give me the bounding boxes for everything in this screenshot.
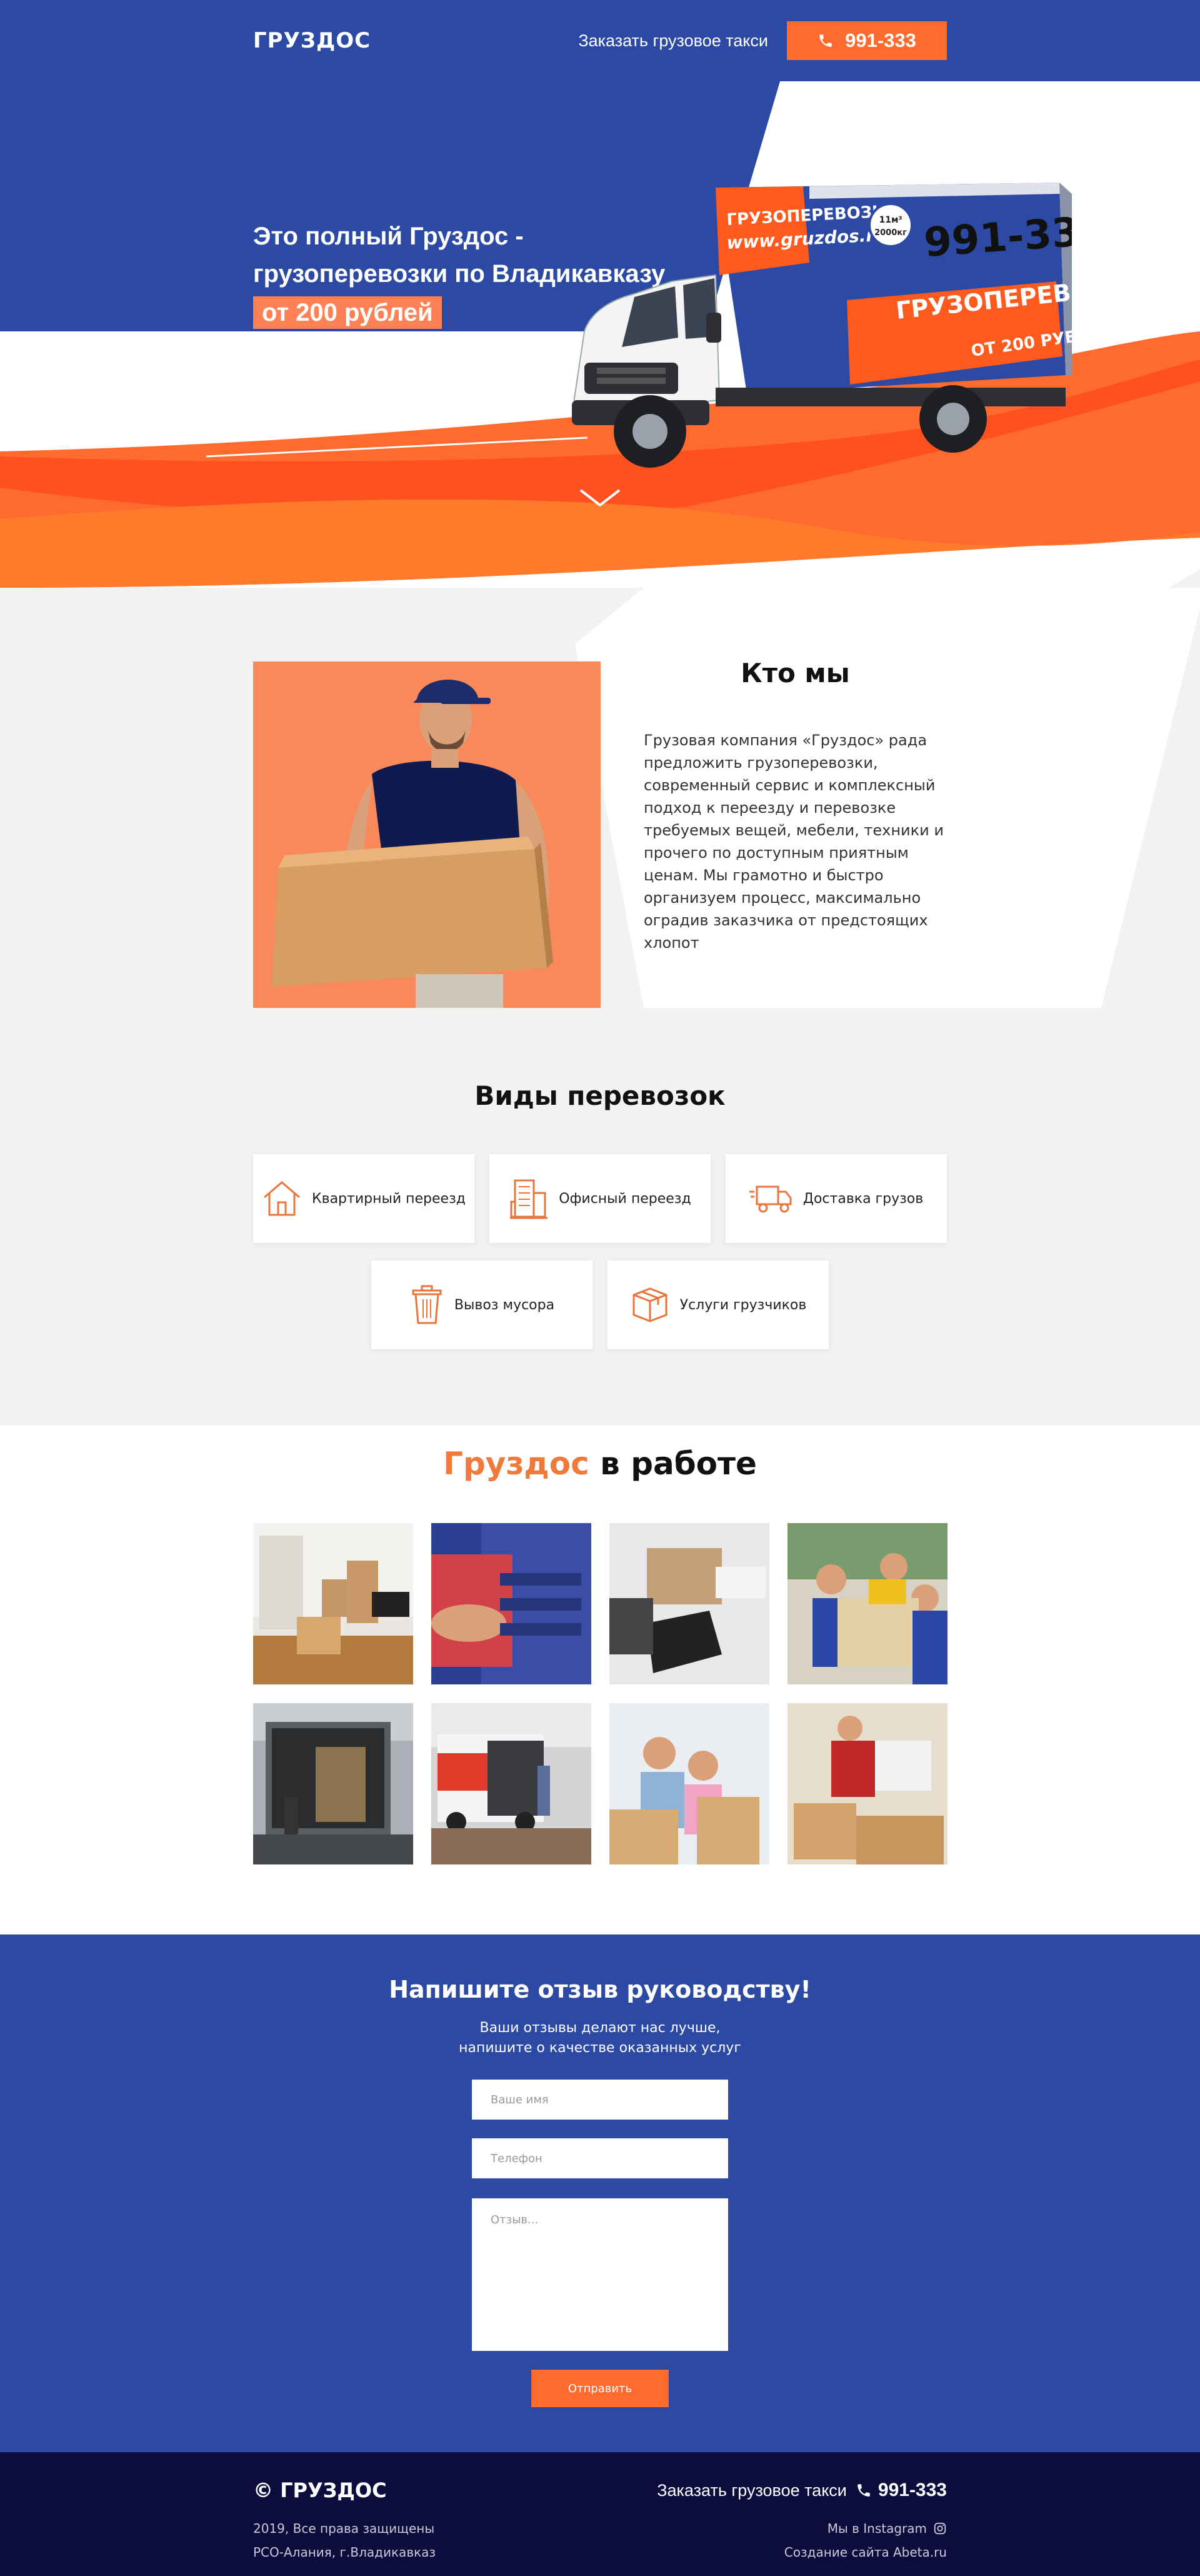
phone-button[interactable]: 991-333	[787, 21, 947, 60]
review-textarea[interactable]	[472, 2198, 728, 2351]
service-card-delivery[interactable]: Доставка грузов	[726, 1154, 947, 1243]
instagram-link[interactable]: Мы в Instagram	[828, 2521, 947, 2536]
name-input[interactable]	[472, 2080, 728, 2120]
service-label: Вывоз мусора	[454, 1297, 555, 1313]
about-text: Грузовая компания «Груздос» рада предлож…	[644, 732, 944, 952]
gallery-photo-movers-team	[788, 1523, 948, 1684]
mover-with-box-image	[253, 662, 601, 1008]
cardboard-box-icon	[632, 1287, 668, 1322]
feedback-section: Напишите отзыв руководству! Ваши отзывы …	[0, 1935, 1200, 2452]
hero-price-badge: от 200 рублей	[253, 296, 442, 329]
house-icon	[264, 1181, 300, 1216]
footer-copyright: 2019, Все права защищены	[253, 2521, 435, 2536]
gallery-photo-room-boxes	[253, 1523, 413, 1684]
instagram-label: Мы в Instagram	[827, 2521, 927, 2536]
gallery-photo[interactable]	[788, 1703, 948, 1864]
gallery-photo-branded-truck	[431, 1703, 591, 1864]
service-card-movers[interactable]: Услуги грузчиков	[608, 1260, 829, 1349]
feedback-subtitle-line2: напишите о качестве оказанных услуг	[459, 2040, 741, 2056]
phone-icon	[858, 2484, 870, 2497]
service-label: Услуги грузчиков	[679, 1297, 807, 1313]
about-title: Кто мы	[741, 658, 850, 688]
feedback-subtitle: Ваши отзывы делают нас лучше, напишите о…	[0, 2018, 1200, 2058]
service-card-office[interactable]: Офисный переезд	[489, 1154, 711, 1243]
footer-logo[interactable]: © ГРУЗДОС	[253, 2478, 387, 2502]
gallery-photo-couple-boxes	[609, 1703, 769, 1864]
site-footer: © ГРУЗДОС Заказать грузовое такси 991-33…	[0, 2452, 1200, 2576]
footer-phone[interactable]: 991-333	[856, 2480, 947, 2501]
service-label: Квартирный переезд	[311, 1190, 466, 1207]
instagram-icon	[934, 2522, 946, 2535]
gallery-photo[interactable]	[788, 1523, 948, 1684]
gallery-photo-packing-room	[788, 1703, 948, 1864]
feedback-subtitle-line1: Ваши отзывы делают нас лучше,	[479, 2020, 721, 2036]
gallery-photo[interactable]	[609, 1523, 769, 1684]
phone-number: 991-333	[845, 29, 916, 51]
footer-phone-number: 991-333	[878, 2480, 947, 2500]
truck-badge-line1: 11м³	[879, 215, 902, 225]
about-photo	[253, 662, 601, 1008]
footer-region: РСО-Алания, г.Владикавказ	[253, 2545, 436, 2560]
work-title-rest: в работе	[589, 1446, 757, 1482]
feedback-title: Напишите отзыв руководству!	[389, 1976, 811, 2003]
gallery-photo[interactable]	[431, 1523, 591, 1684]
order-taxi-link[interactable]: Заказать грузовое такси	[578, 31, 768, 51]
footer-contact: Заказать грузовое такси 991-333	[657, 2480, 947, 2501]
gallery-photo-truck-loading	[253, 1703, 413, 1864]
scroll-down-icon[interactable]	[578, 486, 622, 509]
service-card-apartment[interactable]: Квартирный переезд	[253, 1154, 474, 1243]
phone-input[interactable]	[472, 2138, 728, 2178]
trash-bin-icon	[412, 1285, 442, 1324]
services-title: Виды перевозок	[474, 1080, 726, 1111]
footer-order-link[interactable]: Заказать грузовое такси	[657, 2481, 847, 2500]
service-card-trash[interactable]: Вывоз мусора	[371, 1260, 592, 1349]
submit-button[interactable]: Отправить	[531, 2370, 669, 2407]
delivery-truck-icon	[749, 1185, 792, 1213]
gallery-photo-office-boxes	[609, 1523, 769, 1684]
truck-illustration: ГРУЗОПЕРЕВОЗКИ www.gruzdos.ru 11м³ 2000к…	[572, 183, 1072, 468]
footer-credit-link[interactable]: Создание сайта Abeta.ru	[784, 2545, 947, 2560]
site-logo[interactable]: ГРУЗДОС	[253, 28, 371, 53]
hero-section: Это полный Груздос - грузоперевозки по В…	[0, 81, 1200, 588]
gallery-photo[interactable]	[609, 1703, 769, 1864]
truck-badge-line2: 2000кг	[874, 228, 907, 238]
gallery-photo[interactable]	[253, 1523, 413, 1684]
work-title: Груздос в работе	[0, 1446, 1200, 1482]
service-label: Доставка грузов	[802, 1190, 924, 1207]
office-building-icon	[510, 1179, 548, 1219]
service-label: Офисный переезд	[559, 1190, 691, 1207]
gallery-photo[interactable]	[431, 1703, 591, 1864]
gallery-photo-crates	[431, 1523, 591, 1684]
phone-icon	[819, 34, 832, 47]
gallery-photo[interactable]	[253, 1703, 413, 1864]
site-header: ГРУЗДОС Заказать грузовое такси 991-333	[0, 0, 1200, 81]
work-title-accent: Груздос	[443, 1446, 589, 1482]
